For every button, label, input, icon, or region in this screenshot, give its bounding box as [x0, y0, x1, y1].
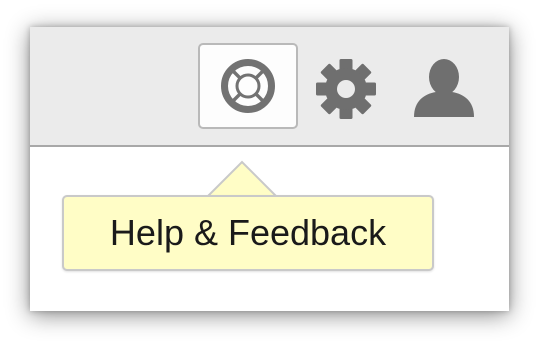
person-icon	[414, 59, 474, 117]
top-toolbar	[30, 27, 509, 147]
settings-button[interactable]	[314, 57, 378, 121]
tooltip-pointer	[206, 160, 278, 199]
app-frame: Help & Feedback	[30, 27, 509, 311]
account-button[interactable]	[412, 57, 476, 119]
lifebuoy-icon	[221, 59, 275, 113]
help-tooltip: Help & Feedback	[62, 195, 434, 271]
gear-icon	[316, 59, 376, 119]
help-button[interactable]	[198, 43, 298, 129]
tooltip-text: Help & Feedback	[109, 212, 387, 253]
